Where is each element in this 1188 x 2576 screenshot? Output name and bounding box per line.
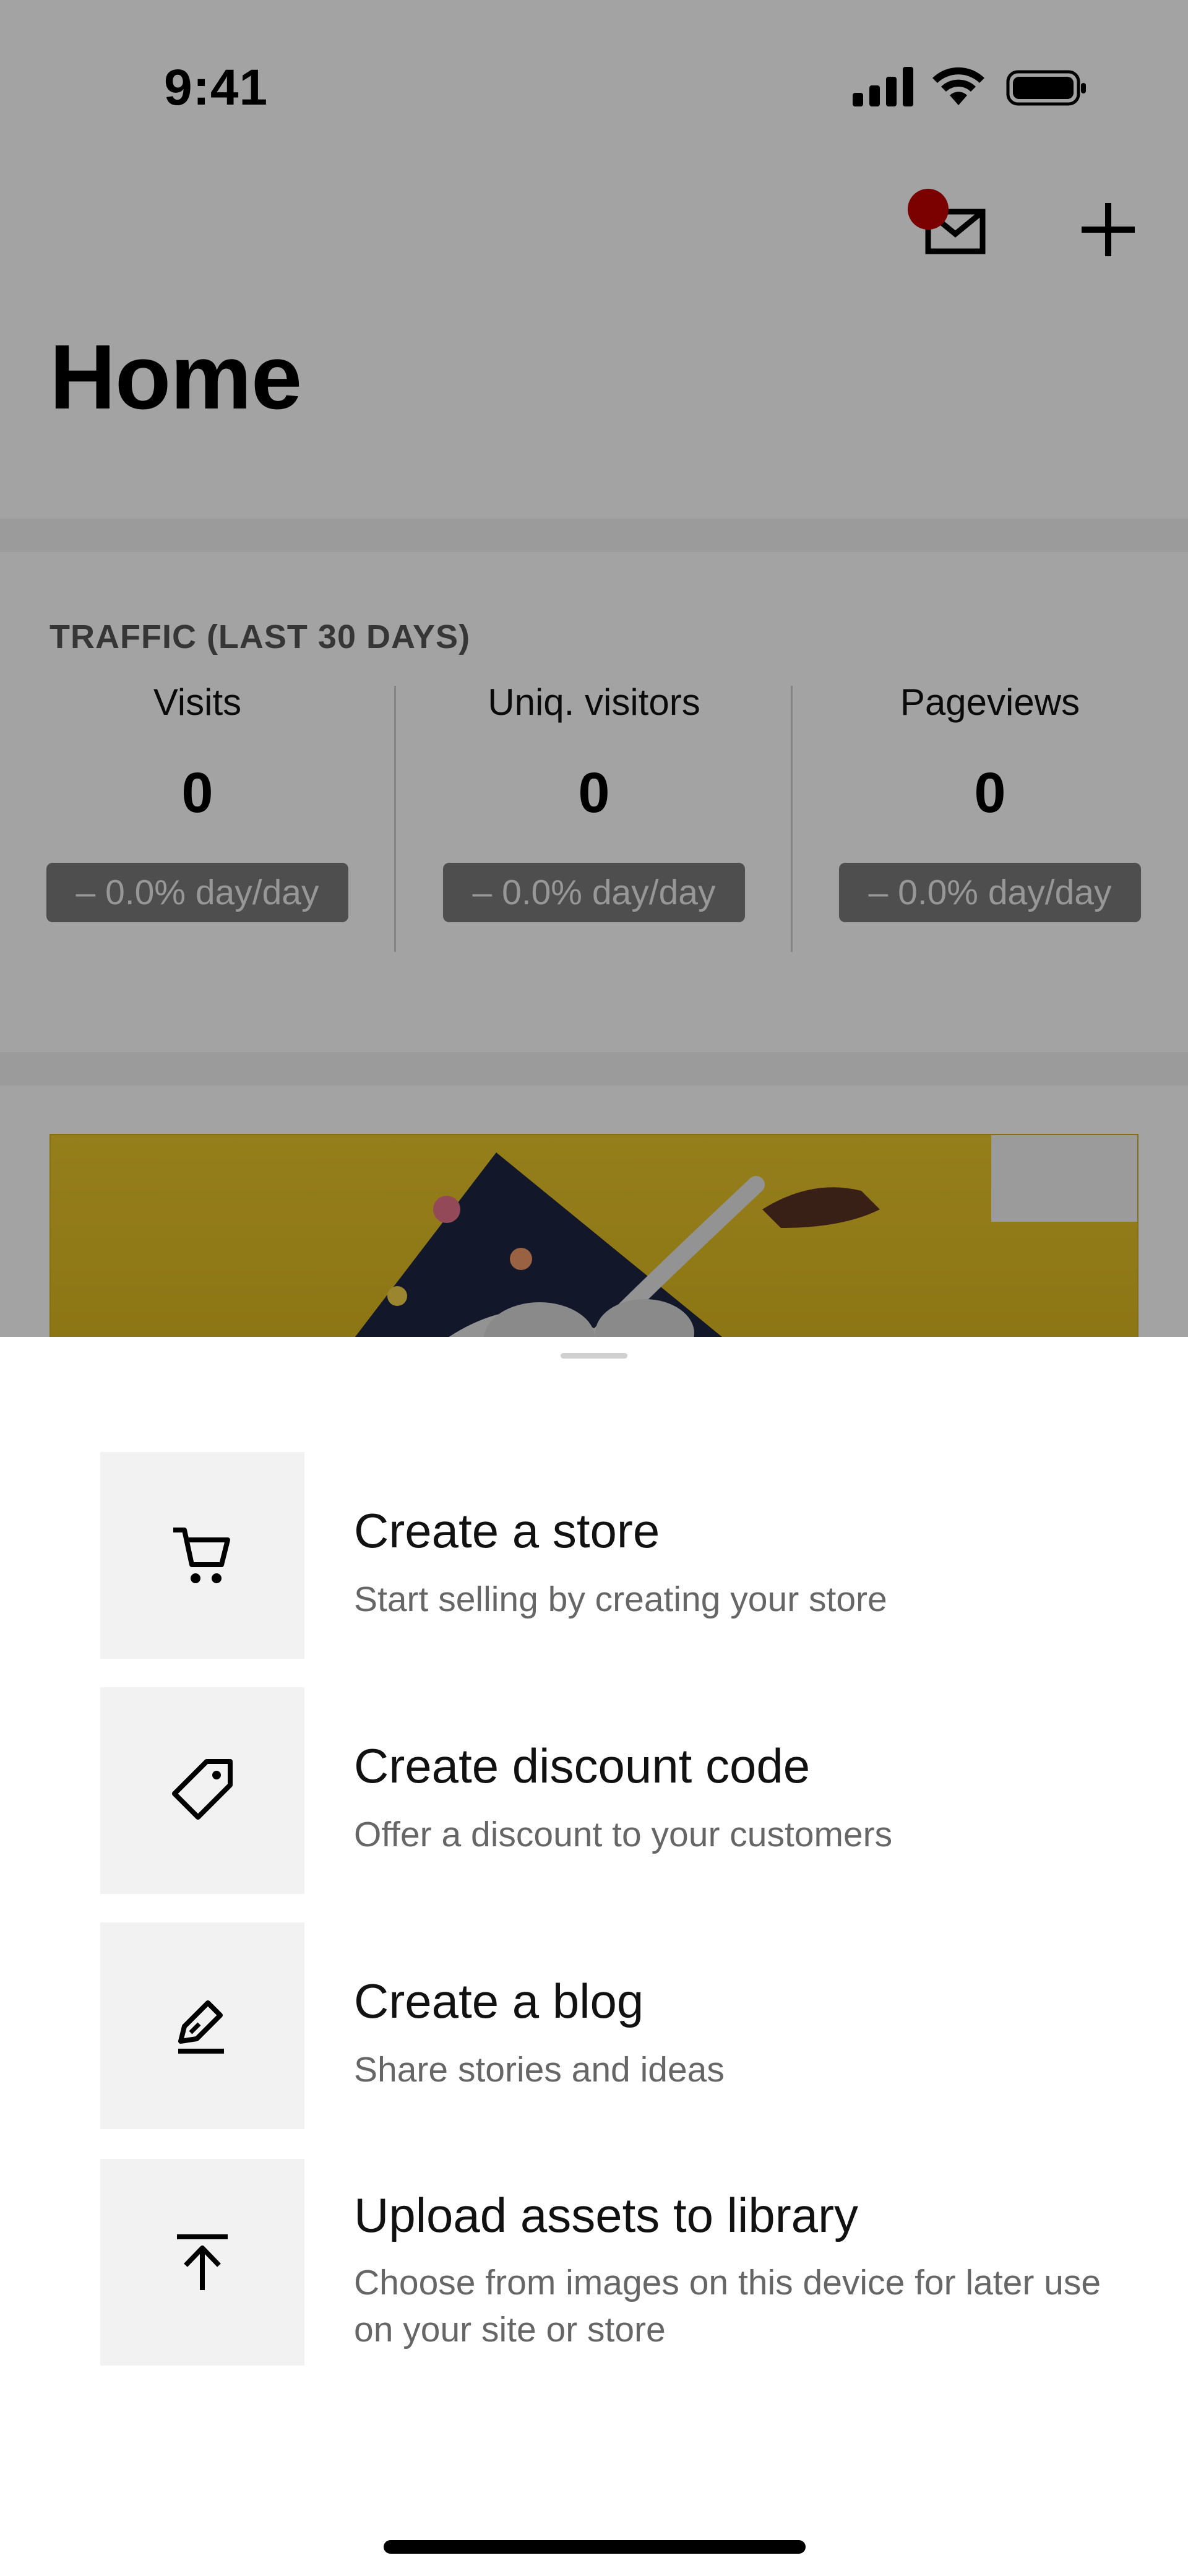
action-icon-box <box>100 1452 304 1659</box>
tag-icon <box>172 1759 233 1820</box>
modal-scrim[interactable] <box>0 0 1188 1337</box>
action-description: Start selling by creating your store <box>354 1580 887 1619</box>
action-title: Create discount code <box>354 1739 811 1793</box>
quick-actions-sheet: Create a store Start selling by creating… <box>0 1337 1188 2576</box>
cart-icon <box>173 1528 230 1583</box>
action-description: Choose from images on this device for la… <box>354 2263 1101 2349</box>
create-blog-action[interactable]: Create a blog Share stories and ideas <box>100 1922 1152 2129</box>
action-description: Share stories and ideas <box>354 2050 725 2090</box>
action-icon-box <box>100 1687 304 1894</box>
action-icon-box <box>100 1922 304 2129</box>
sheet-grabber[interactable] <box>561 1353 627 1359</box>
action-title: Create a blog <box>354 1974 644 2028</box>
upload-icon <box>177 2234 228 2290</box>
pen-icon <box>178 2000 224 2054</box>
home-indicator[interactable] <box>384 2540 806 2554</box>
upload-assets-action[interactable]: Upload assets to library Choose from ima… <box>100 2159 1152 2366</box>
action-title: Create a store <box>354 1503 660 1558</box>
action-title: Upload assets to library <box>354 2188 859 2242</box>
create-store-action[interactable]: Create a store Start selling by creating… <box>100 1452 1152 1659</box>
action-description: Offer a discount to your customers <box>354 1815 893 1854</box>
action-icon-box <box>100 2159 304 2366</box>
create-discount-code-action[interactable]: Create discount code Offer a discount to… <box>100 1687 1152 1894</box>
